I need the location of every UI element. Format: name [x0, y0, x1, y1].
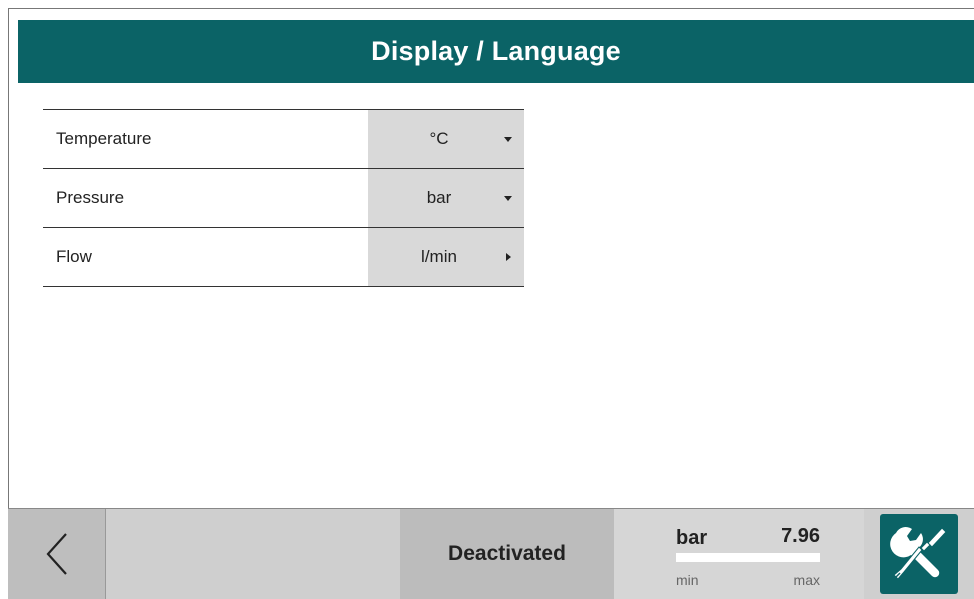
select-value: bar [426, 188, 452, 207]
select-value: °C [429, 129, 449, 148]
pressure-gauge: bar 7.96 min max [614, 509, 864, 599]
select-value: l/min [421, 247, 457, 266]
chevron-left-icon [46, 533, 67, 575]
gauge-max-label: max [793, 572, 820, 588]
settings-table: Temperature °C Pressure bar Flow l/min [43, 109, 524, 287]
dropdown-arrow-icon [504, 137, 512, 142]
gauge-bar-fill [676, 553, 820, 562]
flow-unit-select[interactable]: l/min [368, 228, 524, 286]
back-button[interactable] [8, 509, 106, 599]
setting-label: Pressure [56, 188, 125, 207]
footer-bar: Deactivated bar 7.96 min max [8, 508, 974, 599]
tools-button[interactable] [880, 514, 958, 594]
setting-row-flow: Flow l/min [43, 227, 524, 287]
setting-label: Flow [56, 247, 92, 266]
gauge-min-label: min [676, 572, 699, 588]
page-title: Display / Language [371, 36, 621, 66]
header-bar: Display / Language [18, 20, 974, 83]
status-panel: Deactivated [400, 509, 614, 599]
temperature-unit-select[interactable]: °C [368, 110, 524, 168]
pressure-unit-select[interactable]: bar [368, 169, 524, 227]
setting-row-temperature: Temperature °C [43, 109, 524, 168]
setting-label: Temperature [56, 129, 152, 148]
submenu-arrow-icon [506, 253, 511, 261]
gauge-value: 7.96 [781, 525, 820, 547]
dropdown-arrow-icon [504, 196, 512, 201]
status-text: Deactivated [448, 542, 566, 565]
setting-row-pressure: Pressure bar [43, 168, 524, 227]
wrench-screwdriver-icon [890, 527, 947, 580]
gauge-unit: bar [676, 527, 708, 549]
gauge-bar [676, 553, 820, 562]
